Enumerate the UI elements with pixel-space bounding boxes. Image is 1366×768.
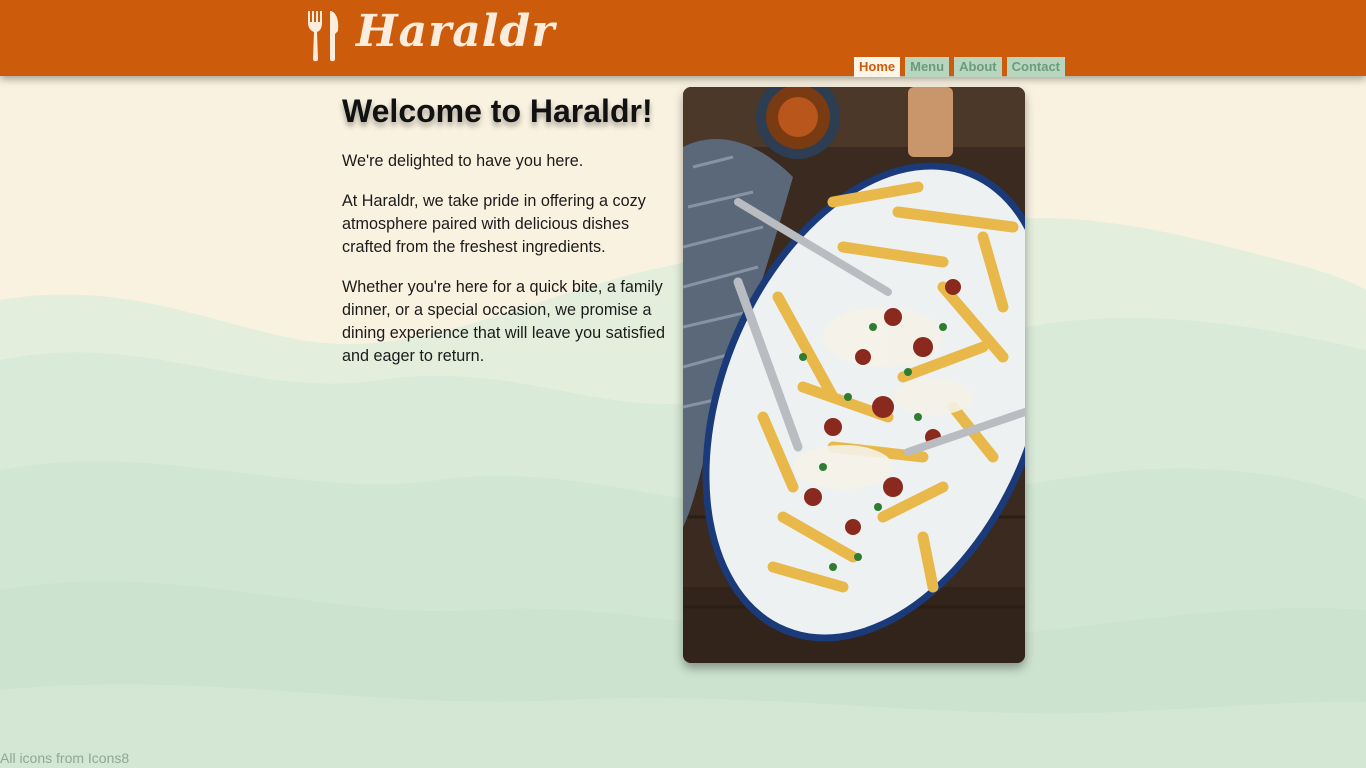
site-logo[interactable]: Haraldr (306, 6, 555, 64)
promise-paragraph: Whether you're here for a quick bite, a … (342, 278, 666, 365)
nav-about[interactable]: About (954, 57, 1002, 77)
food-photo (683, 87, 1025, 663)
nav-menu[interactable]: Menu (905, 57, 950, 77)
intro-paragraph: We're delighted to have you here. (342, 152, 584, 170)
page-title: Welcome to Haraldr! (342, 93, 653, 129)
main-nav: Home Menu About Contact (854, 57, 1066, 77)
icons-credit[interactable]: All icons from Icons8 (0, 750, 129, 766)
brand-name: Haraldr (356, 6, 556, 57)
fork-knife-icon (308, 11, 339, 62)
site-header: Haraldr Home Menu About Contact (0, 0, 1366, 77)
nav-home[interactable]: Home (854, 57, 901, 77)
nav-contact[interactable]: Contact (1006, 57, 1066, 77)
about-paragraph: At Haraldr, we take pride in offering a … (342, 192, 646, 256)
welcome-section: Welcome to Haraldr! We're delighted to h… (342, 90, 668, 368)
